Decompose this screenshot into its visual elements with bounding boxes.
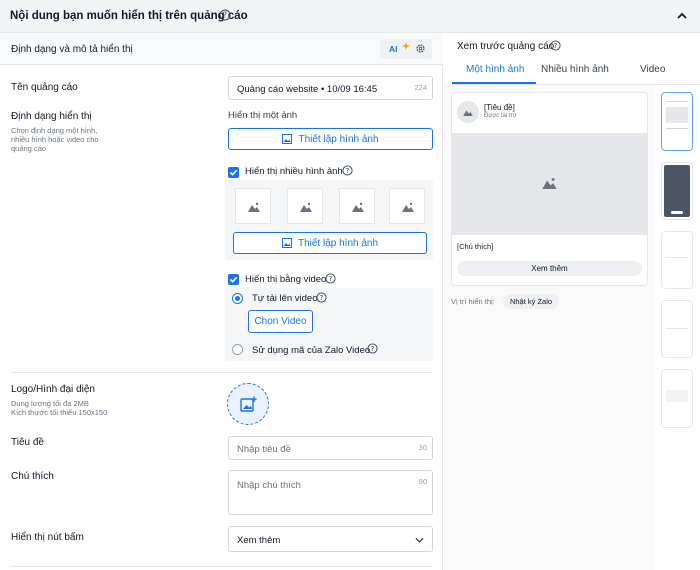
card-sponsored: Được tài trợ <box>484 113 517 119</box>
preview-header: Xem trước quảng cáo ? Một hình ảnh Nhiều… <box>444 33 700 85</box>
multi-image-label: Hiển thị nhiều hình ảnh <box>245 166 343 177</box>
svg-text:?: ? <box>346 167 350 175</box>
tab-multi-image[interactable]: Nhiều hình ảnh <box>541 64 609 75</box>
svg-text:?: ? <box>223 11 227 20</box>
chevron-down-icon <box>415 537 424 543</box>
avatar <box>457 101 479 123</box>
format-section-header: Định dạng và mô tả hiển thị <box>0 33 443 65</box>
upload-video-label: Tự tải lên video <box>252 293 318 304</box>
title-input[interactable]: Nhập tiêu đề 30 <box>228 436 433 460</box>
mountain-image-icon <box>352 202 364 212</box>
choose-video-label: Chọn Video <box>254 316 307 327</box>
card-caption: [Chú thích] <box>457 242 494 251</box>
title-placeholder: Nhập tiêu đề <box>237 444 291 455</box>
card-cta-button: Xem thêm <box>457 261 642 276</box>
video-label: Hiển thị bằng video <box>245 274 327 285</box>
placement-thumb-5[interactable] <box>661 369 693 428</box>
help-icon[interactable]: ? <box>316 292 327 303</box>
mountain-image-icon <box>402 202 414 212</box>
svg-text:?: ? <box>554 42 558 50</box>
image-slot[interactable] <box>287 188 323 224</box>
video-checkbox[interactable] <box>228 274 239 285</box>
ad-name-label: Tên quảng cáo <box>11 82 78 93</box>
setup-single-image-button[interactable]: Thiết lập hình ảnh <box>228 128 433 150</box>
cta-select[interactable]: Xem thêm <box>228 526 433 552</box>
caption-count: 90 <box>418 477 427 486</box>
setup-single-image-label: Thiết lập hình ảnh <box>298 133 379 145</box>
card-cta-label: Xem thêm <box>531 264 568 273</box>
display-format-description: Chọn định dạng một hình, nhiều hình hoặc… <box>11 126 99 153</box>
check-icon <box>229 169 238 176</box>
help-icon[interactable]: ? <box>550 40 561 51</box>
tab-single-image[interactable]: Một hình ảnh <box>466 64 524 75</box>
logo-min-dimension: Kích thước tối thiểu 150x150 <box>11 408 108 417</box>
help-icon[interactable]: ? <box>219 9 231 21</box>
single-image-label: Hiển thị một ảnh <box>228 110 298 121</box>
ad-name-count: 224 <box>414 83 427 92</box>
placement-thumb-feed[interactable] <box>661 92 693 151</box>
multi-image-checkbox[interactable] <box>228 167 239 178</box>
mountain-image-icon <box>248 202 260 212</box>
choose-video-button[interactable]: Chọn Video <box>248 310 313 333</box>
add-image-icon <box>240 396 257 412</box>
svg-text:?: ? <box>371 345 375 353</box>
caption-placeholder: Nhập chú thích <box>237 480 301 491</box>
caption-label: Chú thích <box>11 471 54 482</box>
mountain-image-icon <box>300 202 312 212</box>
zalo-video-radio[interactable] <box>232 344 243 355</box>
tab-video[interactable]: Video <box>640 64 665 75</box>
placement-thumb-3[interactable] <box>661 231 693 289</box>
mountain-image-icon <box>463 110 473 116</box>
help-icon[interactable]: ? <box>367 343 378 354</box>
content-section-header[interactable]: Nội dung bạn muốn hiển thị trên quảng cá… <box>0 0 700 33</box>
gear-icon[interactable] <box>415 43 426 54</box>
placement-thumb-4[interactable] <box>661 300 693 358</box>
section-divider <box>11 566 433 567</box>
logo-label: Logo/Hình đại diện <box>11 384 95 395</box>
preview-title: Xem trước quảng cáo <box>457 41 555 52</box>
ai-assist-button[interactable]: AI <box>380 39 432 59</box>
sparkle-icon <box>402 42 410 50</box>
svg-text:?: ? <box>320 294 324 302</box>
ai-label: AI <box>389 44 398 54</box>
logo-upload-button[interactable] <box>227 383 269 425</box>
caption-textarea[interactable]: Nhập chú thích 90 <box>228 470 433 515</box>
image-slot[interactable] <box>339 188 375 224</box>
tab-divider <box>452 84 700 85</box>
section-divider <box>11 372 433 373</box>
cta-select-value: Xem thêm <box>237 535 281 546</box>
cta-button-label: Hiển thị nút bấm <box>11 532 84 543</box>
logo-size-limit: Dung lượng tối đa 2MB <box>11 399 89 408</box>
help-icon[interactable]: ? <box>342 165 353 176</box>
chevron-up-icon[interactable] <box>676 10 688 22</box>
position-label: Vị trí hiển thị: <box>451 297 495 306</box>
setup-multi-image-label: Thiết lập hình ảnh <box>297 237 379 249</box>
setup-multi-image-button[interactable]: Thiết lập hình ảnh <box>233 232 427 254</box>
title-count: 30 <box>418 443 427 452</box>
display-format-label: Định dạng hiển thị <box>11 111 92 122</box>
help-icon[interactable]: ? <box>325 273 336 284</box>
ad-preview-card: [Tiêu đề] Được tài trợ [Chú thích] Xem t… <box>451 92 648 286</box>
ad-name-input[interactable]: Quảng cáo website • 10/09 16:45 224 <box>228 76 433 100</box>
format-section-title: Định dạng và mô tả hiển thị <box>11 44 133 55</box>
image-slot[interactable] <box>235 188 271 224</box>
card-image-placeholder <box>452 133 647 235</box>
active-tab-indicator <box>452 82 536 84</box>
zalo-video-label: Sử dụng mã của Zalo Video <box>252 345 371 356</box>
card-title: [Tiêu đề] <box>484 103 515 112</box>
upload-video-radio[interactable] <box>232 293 243 304</box>
mountain-image-icon <box>542 177 557 189</box>
title-label: Tiêu đề <box>11 437 44 448</box>
image-icon <box>281 238 292 248</box>
ad-name-value: Quảng cáo website • 10/09 16:45 <box>237 84 378 95</box>
position-value: Nhật ký Zalo <box>509 297 553 306</box>
position-badge[interactable]: Nhật ký Zalo <box>503 294 559 309</box>
svg-text:?: ? <box>329 275 333 283</box>
image-icon <box>282 134 293 144</box>
check-icon <box>229 276 238 283</box>
section-title: Nội dung bạn muốn hiển thị trên quảng cá… <box>10 10 248 22</box>
image-slot[interactable] <box>389 188 425 224</box>
placement-thumb-story[interactable] <box>661 162 693 220</box>
